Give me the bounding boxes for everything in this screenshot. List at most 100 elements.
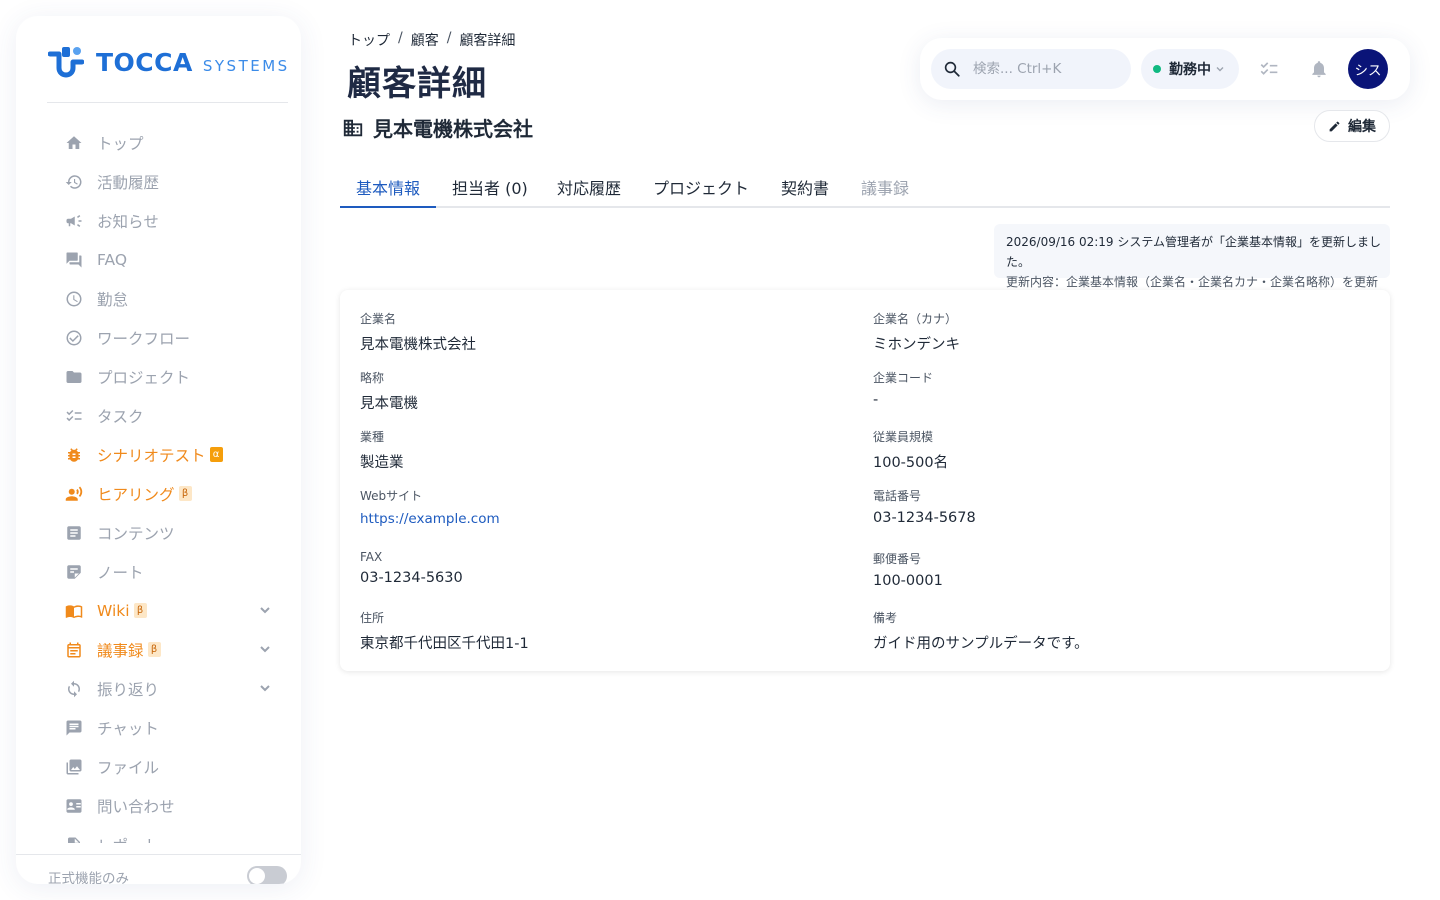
company-name: 見本電機株式会社 [373,117,533,141]
user-avatar[interactable]: シス [1348,49,1388,89]
field-label: 企業名 [360,312,397,326]
work-status-label: 勤務中 [1169,62,1211,78]
brand-sub: SYSTEMS [202,56,290,75]
field-address: 住所 東京都千代田区千代田1-1 [360,609,529,653]
notification-bell-icon[interactable] [1309,59,1329,79]
alpha-badge: α [209,447,223,462]
field-remarks: 備考 ガイド用のサンプルデータです。 [873,609,1089,653]
contact-card-icon [64,796,84,816]
official-only-label: 正式機能のみ [48,871,129,884]
field-label: 電話番号 [873,489,922,503]
sidebar-item-label: お知らせ [97,212,159,231]
home-icon [64,133,84,153]
field-label: 備考 [873,611,898,625]
field-company-name: 企業名 見本電機株式会社 [360,310,476,354]
field-label: 企業コード [873,371,934,385]
tab-contracts[interactable]: 契約書 [781,175,829,199]
voice-person-icon [64,484,84,504]
field-value: - [873,392,879,408]
clock-icon [64,289,84,309]
chat-icon [64,718,84,738]
sidebar-item-label: FAQ [97,250,128,269]
top-bar: 勤務中 シス [920,38,1410,100]
history-icon [64,172,84,192]
field-value: ミホンデンキ [873,337,960,353]
tab-minutes[interactable]: 議事録 [861,175,909,199]
sidebar-item-note[interactable]: ノート [16,552,301,591]
update-notice: 2026/09/16 02:19 システム管理者が「企業基本情報」を更新しました… [994,224,1390,289]
sidebar-item-label: チャット [97,719,159,738]
breadcrumb-customers[interactable]: 顧客 [411,30,439,50]
field-value: 見本電機 [360,396,418,412]
brand-logo[interactable]: TOCCA SYSTEMS [48,44,290,80]
article-icon [64,523,84,543]
chevron-down-icon [1216,67,1224,72]
sidebar-item-label: レポート [97,834,159,844]
tab-basic-info[interactable]: 基本情報 [356,175,420,199]
sidebar-item-inquiry[interactable]: 問い合わせ [16,786,301,825]
sidebar-item-activity[interactable]: 活動履歴 [16,162,301,201]
field-label: FAX [360,550,383,564]
page-title: 顧客詳細 [347,64,487,104]
folder-icon [64,367,84,387]
tab-contacts[interactable]: 担当者 (0) [452,175,528,199]
company-details-card: 企業名 見本電機株式会社 略称 見本電機 業種 製造業 Webサイト https… [340,290,1390,671]
update-notice-line1: 2026/09/16 02:19 システム管理者が「企業基本情報」を更新しました… [1006,235,1382,269]
check-circle-icon [64,328,84,348]
sidebar-item-project[interactable]: プロジェクト [16,357,301,396]
toggle-knob [249,868,265,884]
official-only-toggle[interactable] [247,866,287,884]
sidebar-item-scenario-test[interactable]: シナリオテスト α [16,435,301,474]
edit-button[interactable]: 編集 [1314,110,1390,142]
sidebar-item-files[interactable]: ファイル [16,747,301,786]
field-label: 住所 [360,611,385,625]
field-label: 郵便番号 [873,552,922,566]
field-label: 業種 [360,430,385,444]
work-status-dropdown[interactable]: 勤務中 [1141,49,1239,89]
online-status-dot [1153,65,1161,73]
sidebar-item-faq[interactable]: FAQ [16,240,301,279]
sidebar-item-workflow[interactable]: ワークフロー [16,318,301,357]
field-value: 見本電機株式会社 [360,337,476,353]
sidebar-item-minutes[interactable]: 議事録 β [16,630,301,669]
building-icon [343,119,363,136]
field-employee-size: 従業員規模 100-500名 [873,428,948,472]
chevron-down-icon[interactable] [258,603,272,617]
chevron-down-icon[interactable] [258,642,272,656]
sidebar-item-task[interactable]: タスク [16,396,301,435]
sidebar-divider [47,102,288,103]
sidebar-item-hearing[interactable]: ヒアリング β [16,474,301,513]
sidebar-item-top[interactable]: トップ [16,123,301,162]
sidebar-item-attendance[interactable]: 勤怠 [16,279,301,318]
search-box[interactable] [931,49,1131,89]
field-value: 100-0001 [873,573,943,589]
sidebar-item-chat[interactable]: チャット [16,708,301,747]
sidebar-item-label: 問い合わせ [97,797,175,816]
search-input[interactable] [973,61,1113,77]
beta-badge: β [147,642,161,657]
field-phone: 電話番号 03-1234-5678 [873,487,976,526]
sidebar-item-contents[interactable]: コンテンツ [16,513,301,552]
field-short-name: 略称 見本電機 [360,369,418,413]
company-heading: 見本電機株式会社 [342,113,533,142]
field-value: 03-1234-5678 [873,510,976,526]
field-fax: FAX 03-1234-5630 [360,550,463,586]
sidebar-item-label: タスク [97,407,144,426]
sidebar-item-label: Wiki [97,601,130,620]
tab-history[interactable]: 対応履歴 [557,175,621,199]
search-icon [944,61,960,77]
sidebar-item-retrospective[interactable]: 振り返り [16,669,301,708]
report-icon [64,835,84,843]
sidebar-item-wiki[interactable]: Wiki β [16,591,301,630]
website-link[interactable]: https://example.com [360,511,500,527]
field-value: 製造業 [360,455,404,471]
sidebar-item-label: ノート [97,563,144,582]
sidebar-item-report[interactable]: レポート [16,825,301,843]
task-checklist-icon[interactable] [1259,59,1279,79]
sidebar-item-label: ヒアリング [97,485,175,504]
tab-projects[interactable]: プロジェクト [653,175,749,199]
sidebar-item-news[interactable]: お知らせ [16,201,301,240]
brand-name: TOCCA [96,47,193,77]
breadcrumb-top[interactable]: トップ [348,30,390,50]
chevron-down-icon[interactable] [258,681,272,695]
